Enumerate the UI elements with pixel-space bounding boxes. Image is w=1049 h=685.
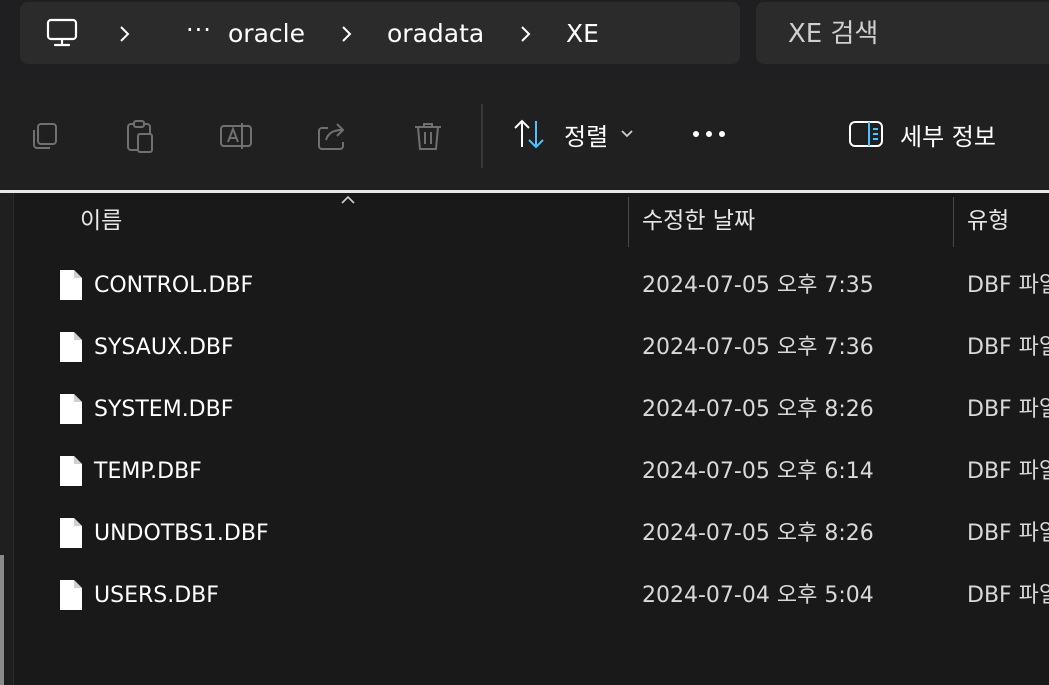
paste-icon[interactable] xyxy=(122,118,158,154)
file-row[interactable]: TEMP.DBF 2024-07-05 오후 6:14 DBF 파일 xyxy=(30,443,1049,505)
sort-label: 정렬 xyxy=(564,122,609,151)
column-divider[interactable] xyxy=(628,197,629,247)
sort-icon xyxy=(514,119,544,149)
rename-icon[interactable] xyxy=(218,118,254,154)
share-icon[interactable] xyxy=(314,118,350,154)
details-pane-label: 세부 정보 xyxy=(900,122,996,151)
column-header-type[interactable]: 유형 xyxy=(967,201,1009,247)
this-pc-icon[interactable] xyxy=(46,18,78,48)
details-pane-button[interactable]: 세부 정보 xyxy=(848,112,996,156)
file-icon xyxy=(60,580,82,610)
file-date: 2024-07-05 오후 8:26 xyxy=(642,397,874,422)
column-header-name[interactable]: 이름 xyxy=(80,201,122,247)
file-row[interactable]: SYSAUX.DBF 2024-07-05 오후 7:36 DBF 파일 xyxy=(30,319,1049,381)
file-date: 2024-07-05 오후 7:35 xyxy=(642,273,874,298)
file-name: CONTROL.DBF xyxy=(94,273,254,298)
search-box[interactable]: XE 검색 xyxy=(756,2,1049,64)
details-pane-icon xyxy=(849,121,883,147)
command-bar: 정렬 세부 정보 xyxy=(0,82,1049,190)
file-icon xyxy=(60,518,82,548)
toolbar-divider xyxy=(481,104,483,168)
file-name: TEMP.DBF xyxy=(94,459,202,484)
file-date: 2024-07-04 오후 5:04 xyxy=(642,583,874,608)
scrollbar-thumb[interactable] xyxy=(0,555,4,685)
breadcrumb[interactable]: ··· oracle oradata XE xyxy=(20,2,740,64)
file-name: UNDOTBS1.DBF xyxy=(94,521,269,546)
chevron-down-icon xyxy=(621,130,633,138)
file-row[interactable]: SYSTEM.DBF 2024-07-05 오후 8:26 DBF 파일 xyxy=(30,381,1049,443)
file-name: SYSAUX.DBF xyxy=(94,335,234,360)
file-type: DBF 파일 xyxy=(967,459,1049,484)
file-type: DBF 파일 xyxy=(967,335,1049,360)
file-name: SYSTEM.DBF xyxy=(94,397,234,422)
chevron-right-icon[interactable] xyxy=(519,25,531,43)
file-type: DBF 파일 xyxy=(967,521,1049,546)
delete-icon[interactable] xyxy=(410,118,446,154)
file-list: 이름 수정한 날짜 유형 CONTROL.DBF 2024-07-05 오후 7… xyxy=(0,193,1049,685)
file-type: DBF 파일 xyxy=(967,273,1049,298)
sort-indicator-icon xyxy=(341,195,355,204)
search-input[interactable]: XE 검색 xyxy=(788,18,878,50)
column-header-modified[interactable]: 수정한 날짜 xyxy=(642,201,755,247)
file-row[interactable]: CONTROL.DBF 2024-07-05 오후 7:35 DBF 파일 xyxy=(30,257,1049,319)
column-divider[interactable] xyxy=(953,197,954,247)
file-type: DBF 파일 xyxy=(967,397,1049,422)
more-options-icon[interactable] xyxy=(688,116,730,152)
sort-button[interactable]: 정렬 xyxy=(512,112,634,156)
chevron-right-icon[interactable] xyxy=(118,25,130,43)
file-date: 2024-07-05 오후 6:14 xyxy=(642,459,874,484)
file-type: DBF 파일 xyxy=(967,583,1049,608)
file-name: USERS.DBF xyxy=(94,583,219,608)
chevron-right-icon[interactable] xyxy=(340,25,352,43)
copy-icon[interactable] xyxy=(27,118,63,154)
file-icon xyxy=(60,270,82,300)
file-icon xyxy=(60,456,82,486)
file-row[interactable]: USERS.DBF 2024-07-04 오후 5:04 DBF 파일 xyxy=(30,567,1049,629)
breadcrumb-item-xe[interactable]: XE xyxy=(566,18,599,50)
file-icon xyxy=(60,394,82,424)
breadcrumb-item-oracle[interactable]: oracle xyxy=(228,18,305,50)
file-date: 2024-07-05 오후 7:36 xyxy=(642,335,874,360)
file-date: 2024-07-05 오후 8:26 xyxy=(642,521,874,546)
address-bar-area: ··· oracle oradata XE XE 검색 xyxy=(0,0,1049,82)
breadcrumb-overflow[interactable]: ··· xyxy=(186,16,212,44)
file-row[interactable]: UNDOTBS1.DBF 2024-07-05 오후 8:26 DBF 파일 xyxy=(30,505,1049,567)
file-icon xyxy=(60,332,82,362)
breadcrumb-item-oradata[interactable]: oradata xyxy=(387,18,484,50)
